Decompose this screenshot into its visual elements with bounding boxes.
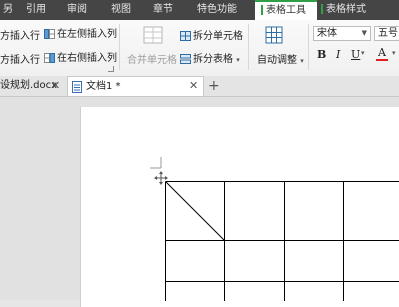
split-table-button[interactable]: 拆分表格 ▾ (180, 50, 240, 65)
ribbon-separator (119, 24, 120, 70)
font-name-select[interactable]: 宋体 ▼ (313, 26, 371, 41)
tab-partial[interactable]: 另 (3, 0, 13, 20)
font-color-letter: A (378, 46, 386, 59)
document-icon (72, 81, 82, 93)
ribbon: 方插入行 方插入行 在左侧插入列 在右侧插入列 合并单元格 拆分单元格 拆分表格… (0, 20, 399, 77)
tab-features[interactable]: 特色功能 (197, 0, 237, 20)
auto-fit-icon (265, 26, 283, 44)
insert-col-right-button[interactable]: 在右侧插入列 (44, 49, 117, 64)
doc-tab-2-title: 文档1 * (86, 81, 121, 92)
auto-fit-button[interactable]: 自动调整 ▾ (257, 51, 304, 66)
doc-tab-1-title: 设规划.docx (0, 80, 58, 91)
document-tabs-bar: 设规划.docx ✕ 文档1 * ✕ + (0, 76, 399, 97)
ribbon-separator (248, 24, 249, 70)
tab-marker (321, 4, 323, 14)
font-color-button[interactable]: A (375, 46, 389, 61)
font-name-value: 宋体 (317, 28, 337, 39)
font-color-swatch (376, 59, 388, 61)
tab-table-tools[interactable]: 表格工具 (255, 0, 317, 20)
chevron-down-icon[interactable]: ▾ (361, 49, 365, 57)
insert-row-above-button[interactable]: 方插入行 (0, 27, 40, 42)
document-table[interactable] (165, 181, 399, 301)
underline-button[interactable]: U (351, 48, 360, 61)
dialog-launcher-icon[interactable] (108, 66, 114, 72)
insert-column-right-icon (44, 53, 55, 63)
doc-tab-2[interactable]: 文档1 * (67, 76, 204, 96)
chevron-down-icon[interactable]: ▾ (392, 49, 396, 57)
split-cells-button[interactable]: 拆分单元格 (180, 27, 243, 42)
document-area (0, 97, 399, 307)
insert-col-left-label: 在左侧插入列 (57, 29, 117, 40)
split-table-label: 拆分表格 (193, 54, 233, 65)
merge-cells-button[interactable]: 合并单元格 (127, 51, 177, 66)
split-table-icon (180, 54, 191, 64)
close-icon[interactable]: ✕ (51, 76, 60, 96)
italic-button[interactable]: I (336, 48, 340, 61)
tab-review[interactable]: 审阅 (67, 0, 87, 20)
insert-row-below-button[interactable]: 方插入行 (0, 51, 40, 66)
chevron-down-icon: ▾ (236, 56, 240, 64)
diagonal-header-line (165, 181, 225, 241)
chevron-down-icon: ▼ (361, 29, 367, 37)
split-cells-label: 拆分单元格 (193, 31, 243, 42)
tab-table-style-label: 表格样式 (326, 4, 366, 15)
menu-bar: 另 引用 审阅 视图 章节 特色功能 表格工具 表格样式 (0, 0, 399, 20)
margin-corner-mark (150, 157, 162, 169)
new-tab-button[interactable]: + (208, 76, 220, 96)
tab-table-style[interactable]: 表格样式 (321, 0, 366, 20)
tab-table-tools-label: 表格工具 (266, 5, 306, 16)
insert-col-right-label: 在右侧插入列 (57, 53, 117, 64)
ribbon-separator (308, 24, 309, 70)
bold-button[interactable]: B (317, 48, 326, 61)
active-tab-marker (261, 5, 263, 15)
tab-view[interactable]: 视图 (111, 0, 131, 20)
font-size-value: 五号 (378, 28, 398, 39)
insert-row-above-label: 方插入行 (0, 31, 40, 42)
auto-fit-label: 自动调整 (257, 55, 297, 66)
tab-references[interactable]: 引用 (26, 0, 46, 20)
insert-row-below-label: 方插入行 (0, 55, 40, 66)
split-cells-icon (180, 31, 191, 41)
close-icon[interactable]: ✕ (189, 76, 198, 96)
insert-col-left-button[interactable]: 在左侧插入列 (44, 25, 117, 40)
font-size-select[interactable]: 五号 (374, 26, 399, 41)
tab-chapter[interactable]: 章节 (153, 0, 173, 20)
merge-cells-icon (143, 26, 163, 44)
insert-column-left-icon (44, 29, 55, 39)
chevron-down-icon: ▾ (300, 57, 304, 65)
